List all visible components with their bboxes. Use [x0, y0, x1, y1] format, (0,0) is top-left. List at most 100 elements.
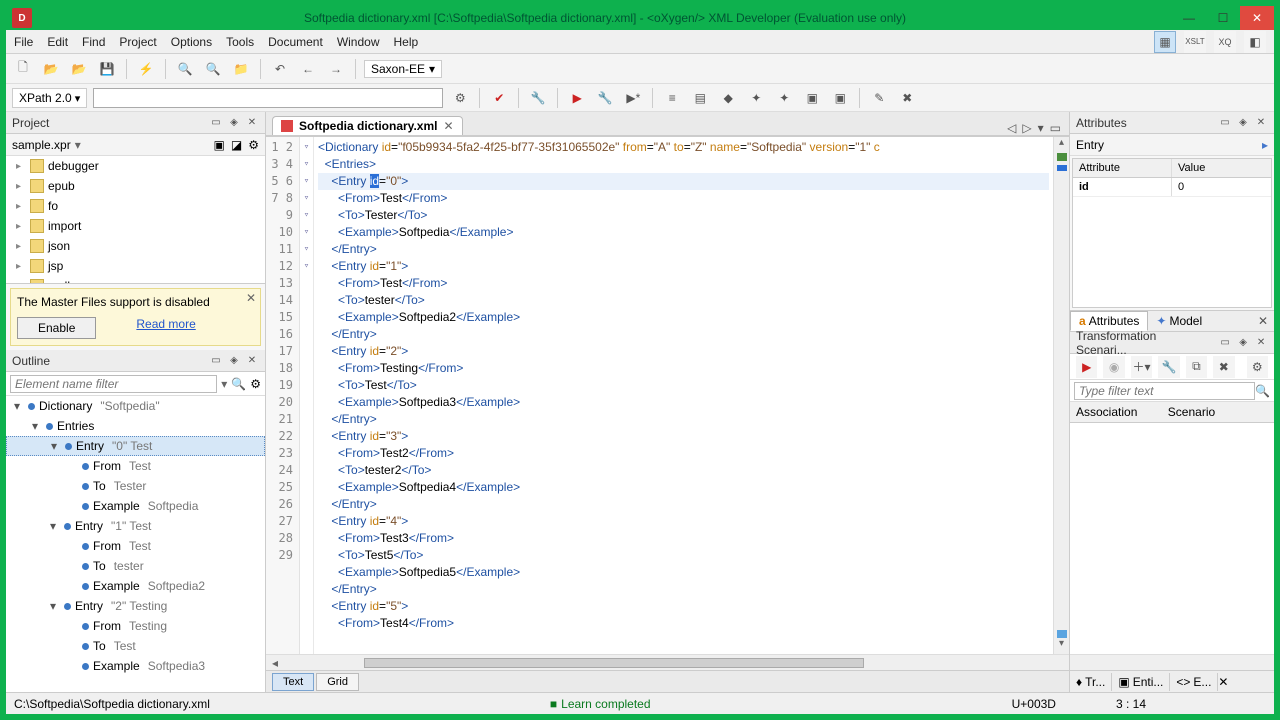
open-url-icon[interactable]: 📂 — [68, 58, 90, 80]
outline-node[interactable]: ▾Entry"2" Testing — [6, 596, 265, 616]
trans-pin-icon[interactable]: ◈ — [1236, 336, 1250, 350]
panel-pin-icon[interactable]: ◈ — [227, 116, 241, 130]
xpath-settings-icon[interactable]: ⚙ — [449, 87, 471, 109]
transform-filter-input[interactable] — [1074, 382, 1255, 400]
readmore-link[interactable]: Read more — [136, 317, 195, 339]
xq-perspective-icon[interactable]: XQ — [1214, 31, 1236, 53]
project-folder[interactable]: ▸epub — [6, 176, 265, 196]
outline-tree[interactable]: ▾Dictionary"Softpedia"▾Entries▾Entry"0" … — [6, 396, 265, 692]
run-icon[interactable]: ▶ — [566, 87, 588, 109]
minimize-button[interactable]: — — [1172, 6, 1206, 30]
tab-list-icon[interactable]: ▾ — [1038, 121, 1044, 135]
xpath-input[interactable] — [93, 88, 443, 108]
project-folder[interactable]: ▸import — [6, 216, 265, 236]
new-file-icon[interactable]: 🗋 — [12, 58, 34, 80]
menu-edit[interactable]: Edit — [47, 35, 68, 49]
menu-project[interactable]: Project — [119, 35, 156, 49]
transform-hscroll[interactable] — [1070, 654, 1274, 670]
open-file-icon[interactable]: 📂 — [40, 58, 62, 80]
xslt-perspective-icon[interactable]: XSLT — [1184, 31, 1206, 53]
trans-restore-icon[interactable]: ▭ — [1218, 336, 1232, 350]
attr-name[interactable]: id — [1073, 178, 1172, 196]
save-icon[interactable]: 💾 — [96, 58, 118, 80]
attributes-table[interactable]: AttributeValue id0 — [1072, 158, 1272, 308]
editor-tab[interactable]: Softpedia dictionary.xml ✕ — [272, 116, 463, 135]
maximize-button[interactable]: ☐ — [1206, 6, 1240, 30]
trans-settings-icon[interactable]: ⚙ — [1247, 356, 1268, 378]
validate-icon[interactable]: ⚡ — [135, 58, 157, 80]
menu-tools[interactable]: Tools — [226, 35, 254, 49]
outline-node[interactable]: ▾Entry"1" Test — [6, 516, 265, 536]
btabs-close-icon[interactable]: ✕ — [1218, 675, 1228, 689]
attr-pin-icon[interactable]: ◈ — [1236, 116, 1250, 130]
run-config-icon[interactable]: 🔧 — [594, 87, 616, 109]
attributes-element-row[interactable]: Entry▸ — [1070, 134, 1274, 156]
outline-search-icon[interactable]: 🔍 — [231, 377, 246, 391]
outline-close-icon[interactable]: ✕ — [245, 354, 259, 368]
project-tool2-icon[interactable]: ◪ — [231, 138, 242, 152]
attr-restore-icon[interactable]: ▭ — [1218, 116, 1232, 130]
outline-node[interactable]: ▾Dictionary"Softpedia" — [6, 396, 265, 416]
tab-next-icon[interactable]: ▷ — [1022, 121, 1031, 135]
attr-value[interactable]: 0 — [1172, 178, 1271, 196]
tool3-icon[interactable]: ✦ — [773, 87, 795, 109]
btab-tr[interactable]: ♦ Tr... — [1070, 673, 1112, 691]
undo-icon[interactable]: ↶ — [269, 58, 291, 80]
outline-node[interactable]: ToTest — [6, 636, 265, 656]
mode-tab-grid[interactable]: Grid — [316, 673, 359, 691]
validate-doc-icon[interactable]: ✔ — [488, 87, 510, 109]
draw-icon[interactable]: ✎ — [868, 87, 890, 109]
tab-close-icon[interactable]: ✕ — [443, 119, 453, 133]
project-folder[interactable]: ▸debugger — [6, 156, 265, 176]
trans-wrench-icon[interactable]: 🔧 — [1158, 356, 1179, 378]
menu-window[interactable]: Window — [337, 35, 380, 49]
trans-copy-icon[interactable]: ⧉ — [1186, 356, 1207, 378]
attr-close-icon[interactable]: ✕ — [1254, 116, 1268, 130]
menu-options[interactable]: Options — [171, 35, 212, 49]
subtab-model[interactable]: ✦Model — [1148, 312, 1210, 330]
tool2-icon[interactable]: ✦ — [745, 87, 767, 109]
search-files-icon[interactable]: 🔍 — [202, 58, 224, 80]
outline-node[interactable]: ToTester — [6, 476, 265, 496]
trans-add-icon[interactable]: ＋▾ — [1131, 356, 1152, 378]
tool5-icon[interactable]: ▣ — [829, 87, 851, 109]
panel-restore-icon[interactable]: ▭ — [209, 116, 223, 130]
clear-icon[interactable]: ✖ — [896, 87, 918, 109]
outline-node[interactable]: ▾Entry"0" Test — [6, 436, 265, 456]
outline-node[interactable]: ▾Entries — [6, 416, 265, 436]
trans-run-icon[interactable]: ▶ — [1076, 356, 1097, 378]
code-editor[interactable]: 1 2 3 4 5 6 7 8 9 10 11 12 13 14 15 16 1… — [266, 136, 1069, 654]
format-icon[interactable]: ▤ — [689, 87, 711, 109]
outline-node[interactable]: Totester — [6, 556, 265, 576]
trans-delete-icon[interactable]: ✖ — [1213, 356, 1234, 378]
outline-node[interactable]: ExampleSoftpedia2 — [6, 576, 265, 596]
close-button[interactable]: ✕ — [1240, 6, 1274, 30]
menu-find[interactable]: Find — [82, 35, 105, 49]
outline-settings-icon[interactable]: ⚙ — [250, 377, 261, 391]
project-settings-icon[interactable]: ⚙ — [248, 138, 259, 152]
perspective-button[interactable]: ▦ — [1154, 31, 1176, 53]
tool1-icon[interactable]: ◆ — [717, 87, 739, 109]
db-perspective-icon[interactable]: ◧ — [1244, 31, 1266, 53]
project-folder[interactable]: ▸json — [6, 236, 265, 256]
master-files-close-icon[interactable]: ✕ — [246, 291, 256, 305]
tool4-icon[interactable]: ▣ — [801, 87, 823, 109]
project-tool1-icon[interactable]: ▣ — [214, 138, 225, 152]
tab-prev-icon[interactable]: ◁ — [1007, 121, 1016, 135]
project-tree[interactable]: ▸debugger▸epub▸fo▸import▸json▸jsp▸nvdl — [6, 156, 265, 283]
trans-close-icon[interactable]: ✕ — [1254, 336, 1268, 350]
subtabs-close-icon[interactable]: ✕ — [1252, 314, 1274, 328]
tab-max-icon[interactable]: ▭ — [1050, 121, 1061, 135]
run-new-icon[interactable]: ▶* — [622, 87, 644, 109]
transform-search-icon[interactable]: 🔍 — [1255, 384, 1270, 398]
outline-node[interactable]: FromTesting — [6, 616, 265, 636]
mode-tab-text[interactable]: Text — [272, 673, 314, 691]
menu-help[interactable]: Help — [394, 35, 419, 49]
wrench-icon[interactable]: 🔧 — [527, 87, 549, 109]
outline-pin-icon[interactable]: ◈ — [227, 354, 241, 368]
horizontal-scrollbar[interactable]: ◂ — [266, 654, 1069, 670]
project-folder[interactable]: ▸jsp — [6, 256, 265, 276]
menu-document[interactable]: Document — [268, 35, 323, 49]
indent-icon[interactable]: ≡ — [661, 87, 683, 109]
menu-file[interactable]: File — [14, 35, 33, 49]
